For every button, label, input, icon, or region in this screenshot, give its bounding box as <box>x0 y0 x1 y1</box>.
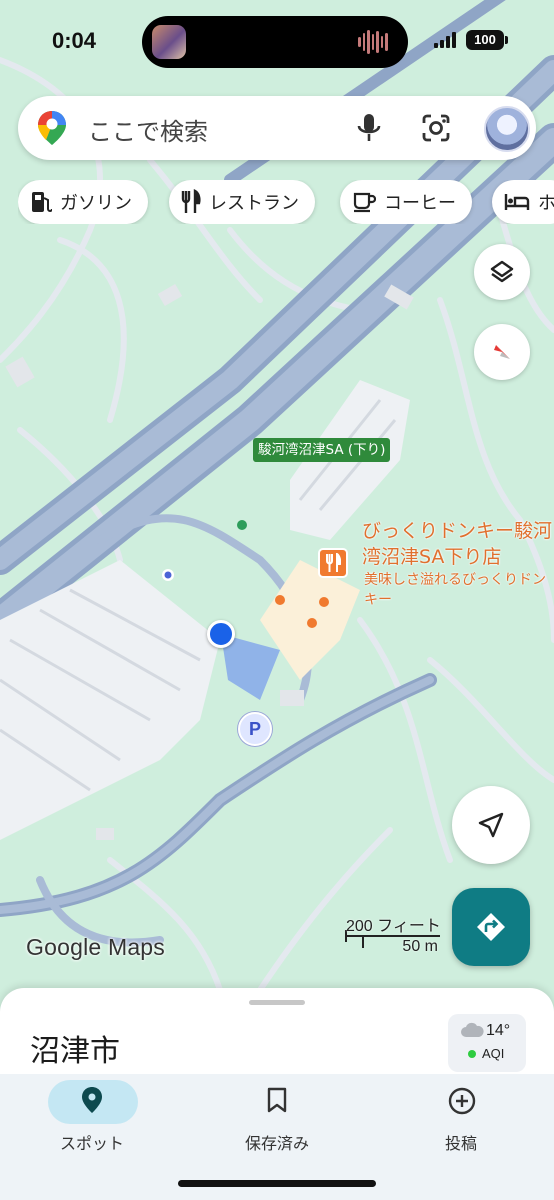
current-location-dot <box>207 620 235 648</box>
scale-feet: 200 フィート <box>346 918 441 935</box>
compass-button[interactable] <box>474 324 530 380</box>
signal-icon <box>434 32 456 48</box>
home-indicator[interactable] <box>178 1180 376 1187</box>
add-circle-icon <box>448 1087 476 1115</box>
battery-tip <box>505 36 508 44</box>
restaurant-icon <box>181 189 201 213</box>
gas-station-icon <box>32 192 52 212</box>
category-chips: ガソリン レストラン コーヒー ホ <box>18 180 554 224</box>
parking-marker[interactable]: P <box>238 712 272 746</box>
audio-wave-icon <box>358 29 389 55</box>
temperature: 14° <box>486 1022 511 1039</box>
bookmark-icon <box>267 1087 287 1113</box>
google-maps-logo: Google Maps <box>26 934 165 960</box>
city-title: 沼津市 <box>30 1034 120 1069</box>
nav-saved[interactable]: 保存済み <box>185 1074 369 1174</box>
mic-icon[interactable] <box>354 112 384 144</box>
nav-contribute[interactable]: 投稿 <box>369 1074 553 1174</box>
layers-icon <box>490 260 514 283</box>
layers-button[interactable] <box>474 244 530 300</box>
nav-label: スポット <box>59 1134 124 1153</box>
camera-search-icon[interactable] <box>420 112 452 144</box>
coffee-icon <box>353 192 376 213</box>
poi-subtitle: 美味しさ溢れるびっくりドンキー <box>364 572 546 608</box>
chip-label: ホ <box>538 193 554 214</box>
directions-button[interactable] <box>452 888 530 966</box>
chip-restaurant[interactable]: レストラン <box>169 180 315 224</box>
directions-icon <box>477 913 505 941</box>
chip-label: コーヒー <box>384 193 456 214</box>
chip-gas[interactable]: ガソリン <box>18 180 148 224</box>
profile-avatar[interactable] <box>484 106 530 152</box>
status-bar: 0:04 100 <box>0 0 554 84</box>
aqi-label: AQI <box>482 1046 505 1061</box>
search-input[interactable]: ここで検索 <box>88 112 208 147</box>
location-pin-icon <box>82 1087 102 1113</box>
aqi-status-dot <box>468 1050 476 1058</box>
navigation-arrow-icon <box>478 812 504 838</box>
service-area-label[interactable]: 駿河湾沼津SA (下り) <box>253 438 391 462</box>
sheet-drag-handle[interactable] <box>249 1000 305 1005</box>
restaurant-marker-icon[interactable] <box>318 548 348 578</box>
chip-coffee[interactable]: コーヒー <box>340 180 472 224</box>
clock: 0:04 <box>52 28 97 53</box>
hotel-icon <box>504 194 530 210</box>
maps-logo-icon <box>38 111 66 145</box>
my-location-button[interactable] <box>452 786 530 864</box>
poi-title[interactable]: びっくりドンキー駿河湾沼津SA下り店 <box>362 518 554 570</box>
chip-label: レストラン <box>209 193 299 214</box>
nav-explore[interactable]: スポット <box>0 1074 184 1174</box>
cloud-icon <box>461 1022 484 1037</box>
map-scale: 200 フィート 50 m <box>344 912 444 962</box>
nav-label: 投稿 <box>444 1134 477 1153</box>
compass-icon <box>494 345 510 359</box>
dynamic-island[interactable] <box>142 16 408 68</box>
nav-label: 保存済み <box>244 1134 309 1153</box>
media-artwork[interactable] <box>152 25 186 59</box>
weather-badge[interactable]: 14° AQI <box>448 1014 526 1072</box>
scale-meters: 50 m <box>402 938 438 955</box>
search-bar[interactable]: ここで検索 <box>18 96 536 160</box>
chip-hotel[interactable]: ホ <box>492 180 554 224</box>
chip-label: ガソリン <box>60 193 132 214</box>
battery-indicator: 100 <box>466 30 504 50</box>
